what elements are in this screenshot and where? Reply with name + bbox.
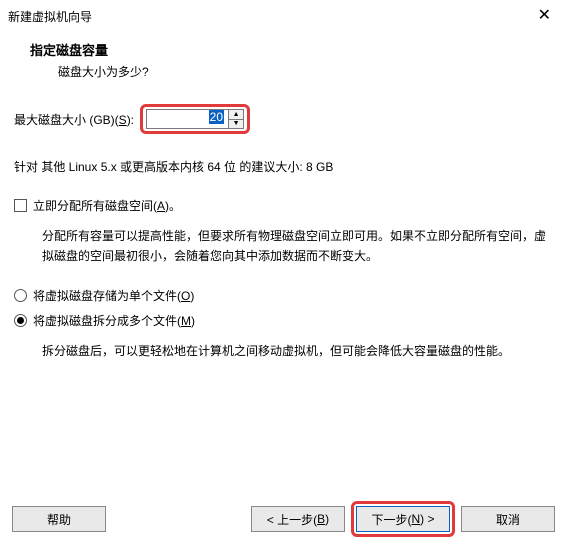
stepper-up-icon[interactable]: ▲: [229, 110, 243, 120]
disk-file-radio-group: 将虚拟磁盘存储为单个文件(O) 将虚拟磁盘拆分成多个文件(M) 拆分磁盘后，可以…: [14, 287, 553, 361]
split-file-radio[interactable]: 将虚拟磁盘拆分成多个文件(M): [14, 312, 553, 329]
split-file-description: 拆分磁盘后，可以更轻松地在计算机之间移动虚拟机，但可能会降低大容量磁盘的性能。: [14, 337, 553, 361]
titlebar: 新建虚拟机向导 ✕: [0, 0, 567, 32]
cancel-button[interactable]: 取消: [461, 506, 555, 532]
next-button[interactable]: 下一步(N) >: [356, 506, 450, 532]
single-file-label: 将虚拟磁盘存储为单个文件(O): [33, 287, 194, 304]
page-title: 指定磁盘容量: [30, 40, 567, 59]
single-file-radio[interactable]: 将虚拟磁盘存储为单个文件(O): [14, 287, 553, 304]
allocate-now-description: 分配所有容量可以提高性能，但要求所有物理磁盘空间立即可用。如果不立即分配所有空间…: [14, 222, 553, 267]
recommended-size-text: 针对 其他 Linux 5.x 或更高版本内核 64 位 的建议大小: 8 GB: [14, 158, 553, 175]
disk-size-row: 最大磁盘大小 (GB)(S): 20 ▲ ▼: [14, 104, 553, 134]
content-area: 最大磁盘大小 (GB)(S): 20 ▲ ▼ 针对 其他 Linux 5.x 或…: [0, 86, 567, 361]
disk-size-highlight: 20 ▲ ▼: [140, 104, 250, 134]
wizard-header: 指定磁盘容量 磁盘大小为多少?: [0, 32, 567, 86]
help-button[interactable]: 帮助: [12, 506, 106, 532]
footer: 帮助 < 上一步(B) 下一步(N) > 取消: [0, 501, 567, 537]
disk-size-stepper[interactable]: ▲ ▼: [228, 109, 244, 129]
checkbox-icon[interactable]: [14, 199, 27, 212]
disk-size-label: 最大磁盘大小 (GB)(S):: [14, 111, 134, 128]
allocate-now-label: 立即分配所有磁盘空间(A)。: [33, 197, 181, 214]
next-button-highlight: 下一步(N) >: [351, 501, 455, 537]
disk-size-input[interactable]: 20: [146, 109, 228, 129]
allocate-now-checkbox-row[interactable]: 立即分配所有磁盘空间(A)。: [14, 197, 553, 214]
stepper-down-icon[interactable]: ▼: [229, 120, 243, 129]
window-title: 新建虚拟机向导: [8, 8, 92, 25]
close-icon[interactable]: ✕: [532, 6, 557, 26]
page-subtitle: 磁盘大小为多少?: [30, 59, 567, 80]
back-button[interactable]: < 上一步(B): [251, 506, 345, 532]
radio-icon[interactable]: [14, 289, 27, 302]
nav-button-group: < 上一步(B) 下一步(N) > 取消: [251, 501, 555, 537]
split-file-label: 将虚拟磁盘拆分成多个文件(M): [33, 312, 195, 329]
radio-icon[interactable]: [14, 314, 27, 327]
